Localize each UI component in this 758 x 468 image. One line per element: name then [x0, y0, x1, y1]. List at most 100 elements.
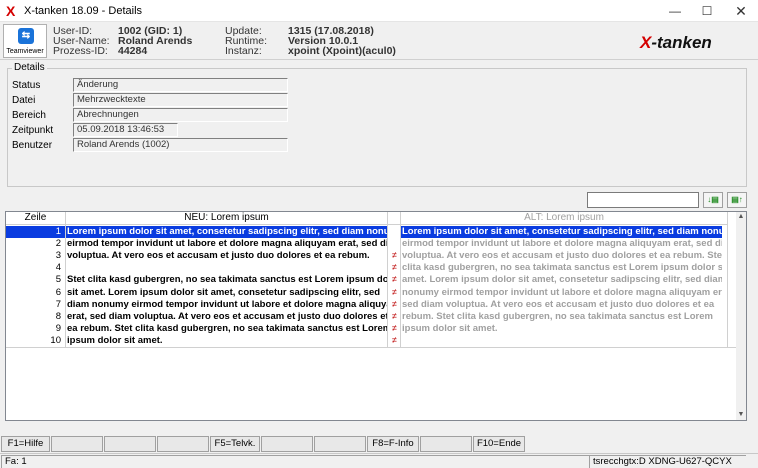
teamviewer-label: Teamviewer — [6, 48, 44, 55]
row-number-cell: 2 — [55, 238, 61, 250]
app-logo-icon: X — [6, 3, 16, 19]
alt-text-cell: sed diam voluptua. At vero eos et accusa… — [402, 298, 715, 310]
alt-text-cell: Lorem ipsum dolor sit amet, consetetur s… — [401, 226, 722, 238]
table-row[interactable]: 5 Stet clita kasd gubergren, no sea takim… — [6, 274, 738, 286]
f3-button[interactable] — [104, 436, 156, 452]
table-row[interactable]: 7 diam nonumy eirmod tempor invidunt ut l… — [6, 299, 738, 311]
neu-text-cell: Lorem ipsum dolor sit amet, consetetur s… — [66, 226, 387, 238]
table-row[interactable]: 4 ≠ clita kasd gubergren, no sea takimata … — [6, 262, 738, 274]
zeitpunkt-label: Zeitpunkt — [12, 125, 54, 136]
f10-end-button[interactable]: F10=Ende — [473, 436, 525, 452]
scroll-up-icon[interactable]: ▲ — [736, 212, 746, 222]
bereich-label: Bereich — [12, 110, 46, 121]
diff-marker-icon: ≠ — [392, 262, 397, 273]
brand-logo: X-tanken — [640, 33, 712, 53]
neu-text-cell: Stet clita kasd gubergren, no sea takima… — [67, 274, 387, 286]
status-bar: Fa: 1 tsrecchgtx:D XDNG-U627-QCYX — [0, 453, 758, 468]
table-row[interactable]: 2 eirmod tempor invidunt ut labore et dol… — [6, 238, 738, 250]
column-header-alt[interactable]: ALT: Lorem ipsum — [401, 212, 728, 225]
vertical-scrollbar[interactable]: ▲ ▼ — [736, 212, 746, 420]
status-field: Änderung — [73, 78, 288, 92]
diff-marker-icon: ≠ — [392, 250, 397, 261]
brand-logo-x: X — [640, 33, 652, 52]
f8-info-button[interactable]: F8=F-Info — [367, 436, 419, 452]
f7-button[interactable] — [314, 436, 366, 452]
row-number-cell: 4 — [55, 262, 61, 274]
datei-label: Datei — [12, 95, 36, 106]
next-difference-button[interactable]: ↓▤ — [703, 192, 723, 208]
diff-marker-icon — [388, 238, 401, 250]
datei-field: Mehrzwecktexte — [73, 93, 288, 107]
alt-text-cell: voluptua. At vero eos et accusam et just… — [402, 250, 722, 262]
alt-text-cell: nonumy eirmod tempor invidunt ut labore … — [402, 286, 722, 298]
alt-text-cell: rebum. Stet clita kasd gubergren, no sea… — [402, 310, 713, 322]
row-number-cell: 6 — [55, 286, 61, 298]
neu-text-cell: diam nonumy eirmod tempor invidunt ut la… — [67, 298, 387, 310]
row-number-cell: 9 — [55, 322, 61, 334]
neu-text-cell: voluptua. At vero eos et accusam et just… — [67, 250, 370, 262]
diff-marker-icon: ≠ — [392, 322, 397, 333]
f9-button[interactable] — [420, 436, 472, 452]
status-right: tsrecchgtx:D XDNG-U627-QCYX — [589, 455, 746, 468]
row-number-cell: 5 — [55, 274, 61, 286]
diff-marker-icon: ≠ — [392, 274, 397, 285]
instanz-label: Instanz: — [225, 45, 262, 57]
f4-button[interactable] — [157, 436, 209, 452]
details-group-title: Details — [12, 62, 47, 73]
f5-telvk-button[interactable]: F5=Telvk. — [210, 436, 260, 452]
diff-marker-icon: ≠ — [392, 298, 397, 309]
instanz-value: xpoint (Xpoint)(acul0) — [288, 45, 396, 57]
window-title: X-tanken 18.09 - Details — [24, 5, 143, 17]
row-number-cell: 7 — [55, 298, 61, 310]
neu-text-cell: erat, sed diam voluptua. At vero eos et … — [67, 310, 387, 322]
comparison-table[interactable]: Zeile NEU: Lorem ipsum ALT: Lorem ipsum … — [5, 211, 747, 421]
benutzer-label: Benutzer — [12, 140, 53, 151]
process-id-label: Prozess-ID: — [53, 45, 108, 57]
table-end-divider — [6, 347, 738, 348]
alt-text-cell: amet. Lorem ipsum dolor sit amet, conset… — [402, 274, 722, 286]
row-number-cell: 8 — [55, 310, 61, 322]
f1-help-button[interactable]: F1=Hilfe — [1, 436, 50, 452]
table-row[interactable]: 8 erat, sed diam voluptua. At vero eos et… — [6, 311, 738, 323]
benutzer-field: Roland Arends (1002) — [73, 138, 288, 152]
row-number-cell: 10 — [50, 334, 61, 346]
function-key-bar: F1=Hilfe F5=Telvk. F8=F-Info F10=Ende — [0, 436, 758, 452]
alt-text-cell: eirmod tempor invidunt ut labore et dolo… — [402, 238, 722, 250]
zeitpunkt-field: 05.09.2018 13:46:53 — [73, 123, 178, 137]
maximize-button[interactable]: ☐ — [690, 0, 724, 22]
neu-text-cell: sit amet. Lorem ipsum dolor sit amet, co… — [67, 286, 381, 298]
session-info-header: ⇆ Teamviewer User-ID: 1002 (GID: 1) User… — [0, 22, 758, 60]
table-row[interactable]: 1 Lorem ipsum dolor sit amet, consetetur … — [6, 226, 738, 238]
row-number-cell: 3 — [55, 250, 61, 262]
neu-text-cell: eirmod tempor invidunt ut labore et dolo… — [67, 238, 387, 250]
alt-text-cell: clita kasd gubergren, no sea takimata sa… — [402, 262, 722, 274]
alt-text-cell — [401, 335, 722, 347]
previous-difference-button[interactable]: ▤↑ — [727, 192, 747, 208]
column-header-zeile[interactable]: Zeile — [6, 212, 66, 225]
teamviewer-icon: ⇆ — [18, 28, 34, 44]
close-button[interactable]: ✕ — [724, 0, 758, 22]
process-id-value: 44284 — [118, 45, 148, 57]
teamviewer-button[interactable]: ⇆ Teamviewer — [3, 24, 47, 58]
f6-button[interactable] — [261, 436, 313, 452]
f2-button[interactable] — [51, 436, 103, 452]
column-header-neu[interactable]: NEU: Lorem ipsum — [66, 212, 388, 225]
row-number-cell: 1 — [6, 226, 65, 238]
neu-text-cell — [66, 262, 387, 274]
scroll-down-icon[interactable]: ▼ — [736, 410, 746, 420]
bereich-field: Abrechnungen — [73, 108, 288, 122]
table-row[interactable]: 3 voluptua. At vero eos et accusam et jus… — [6, 250, 738, 262]
minimize-button[interactable]: — — [658, 0, 692, 22]
table-row[interactable]: 9 ea rebum. Stet clita kasd gubergren, no… — [6, 323, 738, 335]
column-header-diff[interactable] — [388, 212, 401, 225]
table-row[interactable]: 10 ipsum dolor sit amet. ≠ — [6, 335, 738, 347]
table-row[interactable]: 6 sit amet. Lorem ipsum dolor sit amet, c… — [6, 287, 738, 299]
status-label: Status — [12, 80, 41, 91]
diff-marker-icon: ≠ — [392, 310, 397, 321]
search-input[interactable] — [587, 192, 699, 208]
status-left: Fa: 1 — [1, 455, 589, 468]
brand-logo-text: -tanken — [651, 33, 712, 52]
neu-text-cell: ea rebum. Stet clita kasd gubergren, no … — [67, 322, 387, 334]
diff-marker-icon: ≠ — [392, 286, 397, 297]
neu-text-cell: ipsum dolor sit amet. — [67, 334, 163, 346]
